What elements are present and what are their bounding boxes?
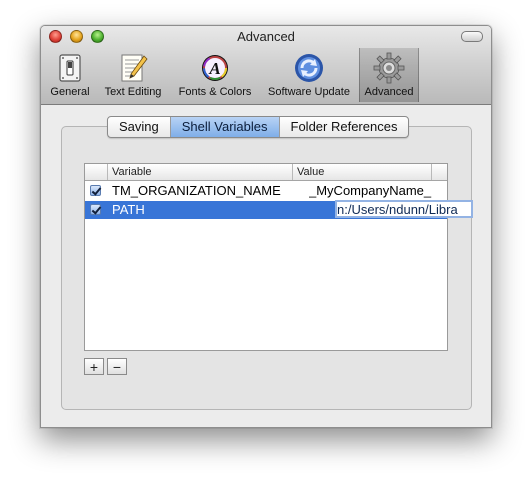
table-row-selected[interactable]: PATH n:/Users/ndunn/Libra: [85, 200, 473, 219]
table-row[interactable]: TM_ORGANIZATION_NAME _MyCompanyName_: [85, 182, 447, 200]
tab-saving[interactable]: Saving: [108, 117, 171, 137]
text-editing-icon: [121, 54, 148, 82]
toolbar-label: Text Editing: [104, 86, 162, 98]
toolbar-item-software-update[interactable]: Software Update: [262, 48, 356, 102]
toolbar-label: Software Update: [268, 86, 350, 98]
column-header-variable[interactable]: Variable: [108, 164, 293, 180]
table-header: Variable Value: [85, 164, 447, 181]
fonts-colors-icon: A: [202, 55, 228, 81]
shell-variables-table[interactable]: Variable Value TM_ORGANIZATION_NAME _MyC…: [84, 163, 473, 351]
enabled-checkbox[interactable]: [90, 185, 101, 196]
tab-folder-references[interactable]: Folder References: [280, 117, 409, 137]
window-title: Advanced: [237, 29, 295, 44]
toolbar-label: Fonts & Colors: [178, 86, 252, 98]
tab-shell-variables[interactable]: Shell Variables: [170, 117, 280, 137]
toolbar-toggle-button[interactable]: [461, 31, 483, 42]
remove-variable-button[interactable]: −: [107, 358, 127, 375]
title-bar: Advanced General Text Editing A Fonts & …: [41, 26, 491, 105]
toolbar-item-advanced[interactable]: Advanced: [359, 48, 419, 102]
enabled-checkbox[interactable]: [90, 204, 101, 215]
toolbar-item-fonts-colors[interactable]: A Fonts & Colors: [172, 48, 258, 102]
gear-icon: [373, 52, 405, 84]
toolbar-label: Advanced: [364, 86, 414, 98]
tab-bar: Saving Shell Variables Folder References: [107, 116, 410, 138]
toolbar-item-text-editing[interactable]: Text Editing: [97, 48, 169, 102]
software-update-icon: [295, 54, 323, 82]
value-edit-field[interactable]: n:/Users/ndunn/Libra: [335, 200, 473, 218]
add-variable-button[interactable]: +: [84, 358, 104, 375]
value-cell[interactable]: _MyCompanyName_: [309, 182, 445, 200]
preferences-window: Advanced General Text Editing A Fonts & …: [40, 25, 492, 428]
svg-text:A: A: [208, 59, 220, 78]
column-header-value[interactable]: Value: [293, 164, 432, 180]
toolbar-label: General: [50, 86, 90, 98]
column-header-enabled[interactable]: [85, 164, 108, 180]
variable-cell[interactable]: TM_ORGANIZATION_NAME: [112, 182, 292, 200]
general-switch-icon: [59, 54, 81, 82]
toolbar-item-general[interactable]: General: [47, 48, 93, 102]
variable-cell[interactable]: PATH: [112, 201, 292, 219]
